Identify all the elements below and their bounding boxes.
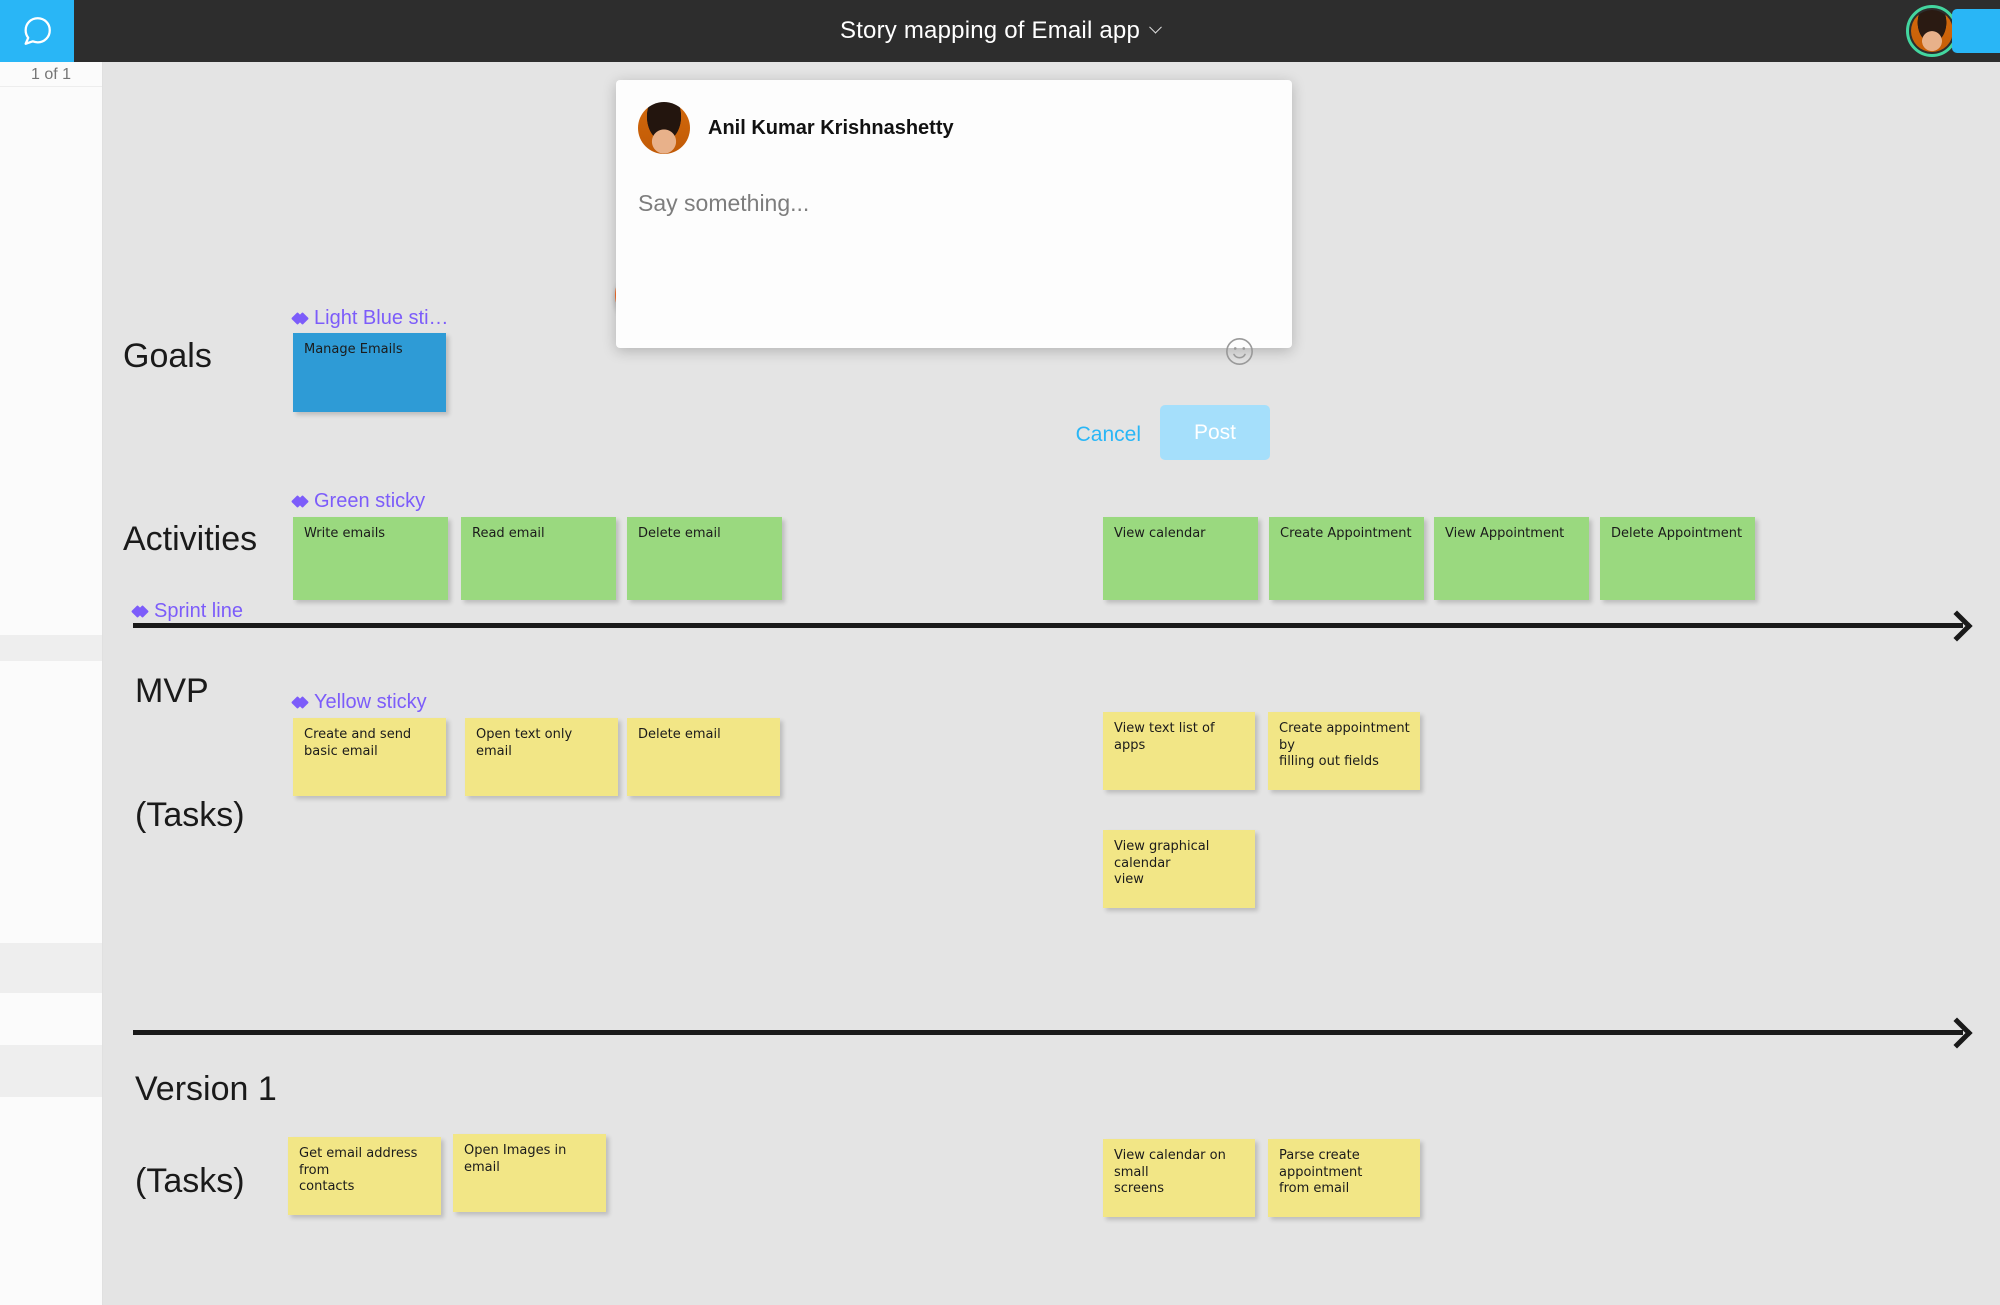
sticky-note[interactable]: Create and send basic email: [293, 718, 446, 796]
comment-input[interactable]: [638, 190, 1218, 217]
sticky-note-text: View Appointment: [1445, 526, 1565, 541]
chevron-down-icon: [1149, 20, 1162, 34]
diamond-icon: [133, 605, 147, 619]
sticky-type-label-text: Sprint line: [154, 600, 243, 622]
board-title-text: Story mapping of Email app: [839, 17, 1141, 44]
comment-author-row: Anil Kumar Krishnashetty: [638, 102, 954, 154]
diamond-icon: [293, 696, 307, 710]
sticky-type-label-yellow[interactable]: Yellow sticky: [293, 691, 427, 714]
sticky-note[interactable]: Get email address from contacts: [288, 1137, 441, 1215]
board-title-container: Story mapping of Email app: [0, 0, 2000, 62]
diamond-icon: [293, 312, 307, 326]
panel-divider: [0, 943, 102, 993]
row-label-mvp-tasks: (Tasks): [135, 796, 245, 834]
sticky-note[interactable]: Delete Appointment: [1600, 517, 1755, 600]
sticky-note-text: Parse create appointment from email: [1279, 1148, 1363, 1197]
panel-section[interactable]: [0, 1097, 102, 1305]
sticky-note[interactable]: Create appointment by filling out fields: [1268, 712, 1420, 790]
invite-button[interactable]: [1952, 9, 2000, 53]
sticky-note[interactable]: Write emails: [293, 517, 448, 600]
sticky-note[interactable]: View calendar: [1103, 517, 1258, 600]
sticky-note-text: Write emails: [304, 526, 386, 541]
post-button[interactable]: Post: [1160, 405, 1270, 460]
sticky-note[interactable]: View text list of apps: [1103, 712, 1255, 790]
panel-divider: [0, 1045, 102, 1097]
panel-section[interactable]: [0, 993, 102, 1045]
sticky-note-text: Delete email: [638, 526, 721, 541]
left-panel: 1 of 1: [0, 62, 103, 1305]
sticky-note[interactable]: Manage Emails: [293, 333, 446, 412]
sticky-type-label-light-blue[interactable]: Light Blue sti…: [293, 307, 449, 330]
cancel-button[interactable]: Cancel: [1068, 417, 1149, 453]
speech-bubble-icon: [20, 14, 54, 48]
panel-section[interactable]: [0, 87, 102, 635]
sticky-note[interactable]: Parse create appointment from email: [1268, 1139, 1420, 1217]
diamond-icon: [293, 495, 307, 509]
row-label-activities: Activities: [123, 520, 258, 558]
row-label-mvp: MVP: [135, 672, 209, 710]
sticky-note-text: View calendar on small screens: [1114, 1148, 1226, 1197]
top-bar: Story mapping of Email app: [0, 0, 2000, 62]
sticky-note[interactable]: View graphical calendar view: [1103, 830, 1255, 908]
sticky-note-text: View calendar: [1114, 526, 1206, 541]
sticky-note-text: Read email: [472, 526, 545, 541]
sticky-type-label-text: Light Blue sti…: [314, 307, 449, 329]
sticky-note-text: Manage Emails: [304, 342, 403, 357]
sticky-note[interactable]: Delete email: [627, 718, 780, 796]
sticky-note-text: Open text only email: [476, 727, 573, 759]
sprint-line-2-arrowhead: [1941, 1017, 1973, 1049]
sticky-type-label-text: Yellow sticky: [314, 691, 427, 713]
sticky-note-text: Create Appointment: [1280, 526, 1412, 541]
sticky-note-text: Open Images in email: [464, 1143, 567, 1175]
sprint-line-1-arrowhead: [1941, 610, 1973, 642]
smiley-face-icon[interactable]: [1223, 335, 1256, 368]
avatar-image: [1911, 10, 1953, 52]
panel-section[interactable]: [0, 661, 102, 943]
sticky-note[interactable]: View Appointment: [1434, 517, 1589, 600]
sticky-note[interactable]: Read email: [461, 517, 616, 600]
avatar[interactable]: [1906, 5, 1958, 57]
sticky-type-label-text: Green sticky: [314, 490, 426, 512]
sticky-note[interactable]: Open Images in email: [453, 1134, 606, 1212]
row-label-version-1: Version 1: [135, 1070, 277, 1108]
row-label-version-1-tasks: (Tasks): [135, 1162, 245, 1200]
sticky-note[interactable]: Delete email: [627, 517, 782, 600]
sticky-note-text: Create appointment by filling out fields: [1279, 721, 1410, 770]
author-avatar: [638, 102, 690, 154]
sticky-note-text: Create and send basic email: [304, 727, 412, 759]
board-title-menu[interactable]: Story mapping of Email app: [839, 17, 1162, 45]
page-indicator: 1 of 1: [0, 62, 102, 87]
sticky-type-label-sprint[interactable]: Sprint line: [133, 600, 243, 623]
sticky-note-text: Get email address from contacts: [299, 1146, 418, 1195]
sticky-type-label-green[interactable]: Green sticky: [293, 490, 425, 513]
sticky-note[interactable]: Create Appointment: [1269, 517, 1424, 600]
sprint-line-2[interactable]: [133, 1030, 1963, 1035]
sticky-note[interactable]: Open text only email: [465, 718, 618, 796]
row-label-goals: Goals: [123, 337, 212, 375]
sticky-note-text: Delete email: [638, 727, 721, 742]
sticky-note[interactable]: View calendar on small screens: [1103, 1139, 1255, 1217]
comment-dialog: Anil Kumar Krishnashetty Cancel Post: [616, 80, 1292, 460]
panel-divider: [0, 635, 102, 661]
sticky-note-text: Delete Appointment: [1611, 526, 1743, 541]
sprint-line-1[interactable]: [133, 623, 1963, 628]
sticky-note-text: View graphical calendar view: [1114, 839, 1210, 888]
chat-toggle-button[interactable]: [0, 0, 74, 62]
comment-author-name: Anil Kumar Krishnashetty: [708, 116, 954, 139]
sticky-note-text: View text list of apps: [1114, 721, 1215, 753]
